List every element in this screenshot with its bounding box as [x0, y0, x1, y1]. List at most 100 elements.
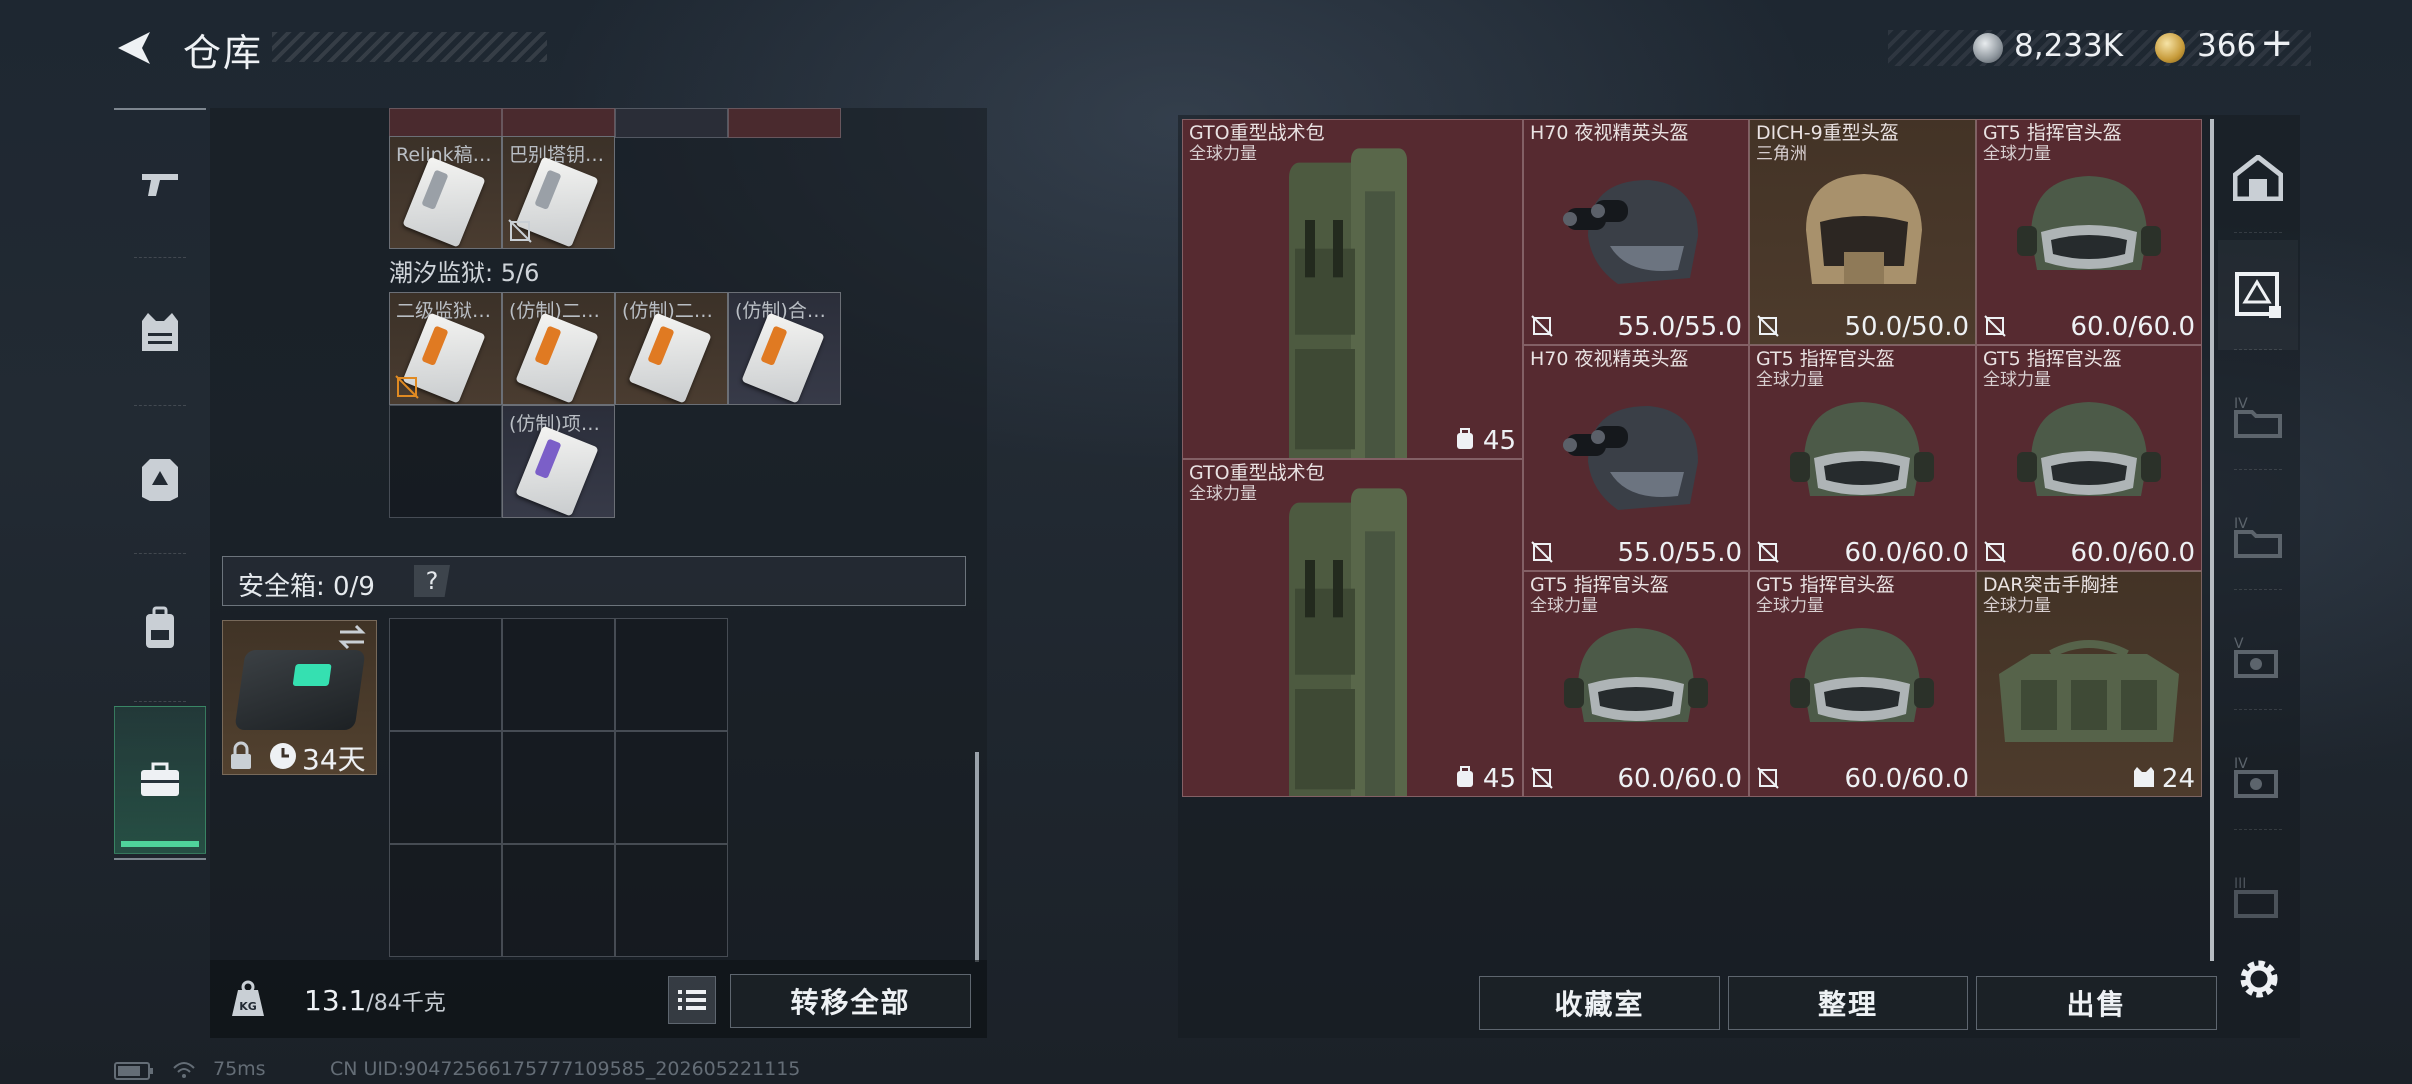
item-durability: 50.0/50.0 [1844, 312, 1969, 342]
key-card-item[interactable]: (仿制)项… [502, 405, 615, 518]
svg-text:KG: KG [239, 1000, 257, 1013]
stash-tab-iv[interactable]: IV [2218, 360, 2298, 470]
stash-item-helmet[interactable]: GT5 指挥官头盔 全球力量 60.0/60.0 [1976, 119, 2202, 345]
safe-box-image [234, 650, 366, 730]
key-card-item[interactable]: Relink稿… [389, 136, 502, 249]
clock-icon [270, 743, 296, 769]
gold-currency-amount: 366 [2197, 28, 2257, 64]
stash-item-helmet[interactable]: GT5 指挥官头盔 全球力量 60.0/60.0 [1523, 571, 1749, 797]
no-trade-icon [1531, 315, 1553, 337]
folder-iv-icon: IV [2234, 396, 2282, 438]
stash-tab-iv-3[interactable]: IV [2218, 720, 2298, 830]
item-name: DICH-9重型头盔 [1756, 122, 1899, 144]
gold-coin-icon [2155, 33, 2185, 63]
stash-tab-iv-2[interactable]: IV [2218, 480, 2298, 590]
swap-icon[interactable] [336, 622, 368, 652]
list-view-button[interactable] [668, 976, 716, 1024]
item-brand: 全球力量 [1530, 596, 1598, 616]
key-card-item[interactable]: (仿制)二… [615, 292, 728, 405]
sort-button[interactable]: 整理 [1728, 976, 1968, 1030]
item-brand: 三角洲 [1756, 144, 1807, 164]
gear-icon[interactable] [2236, 956, 2282, 1002]
stash-tab-v[interactable]: V [2218, 600, 2298, 710]
safe-slot[interactable] [389, 731, 502, 844]
folder-iv-icon: IV [2234, 756, 2278, 798]
gt5-helmet-image [1790, 402, 1934, 496]
stash-tab-main[interactable] [2218, 123, 2298, 233]
keycard-image [515, 425, 599, 517]
no-trade-icon [1984, 315, 2006, 337]
safe-slot[interactable] [389, 618, 502, 731]
grid-cell[interactable] [389, 108, 502, 138]
armor-plate-icon [142, 459, 178, 501]
ping-text: 75ms [213, 1058, 266, 1080]
item-name: H70 夜视精英头盔 [1530, 122, 1689, 144]
item-name: GT5 指挥官头盔 [1756, 574, 1895, 596]
no-trade-icon [1531, 541, 1553, 563]
grid-cell-empty[interactable] [389, 405, 502, 518]
back-arrow-icon[interactable] [112, 26, 156, 70]
safe-slot[interactable] [615, 618, 728, 731]
stash-item-vest[interactable]: DAR突击手胸挂 全球力量 24 [1976, 571, 2202, 797]
key-card-item[interactable]: 二级监狱… [389, 292, 502, 405]
folder-v-icon: V [2234, 636, 2278, 678]
vest-icon [142, 313, 178, 351]
stash-item-helmet[interactable]: H70 夜视精英头盔 55.0/55.0 [1523, 119, 1749, 345]
tab-armor[interactable] [114, 406, 206, 554]
collection-room-button[interactable]: 收藏室 [1479, 976, 1720, 1030]
safe-slot[interactable] [502, 844, 615, 957]
battery-icon [114, 1062, 153, 1080]
stash-item-helmet[interactable]: DICH-9重型头盔 三角洲 50.0/50.0 [1749, 119, 1976, 345]
stash-item-backpack[interactable]: GTO重型战术包 全球力量 45 [1182, 459, 1523, 797]
weight-unit: /84千克 [366, 991, 446, 1016]
help-icon[interactable]: ? [414, 565, 450, 597]
stash-item-helmet[interactable]: GT5 指挥官头盔 全球力量 60.0/60.0 [1749, 345, 1976, 571]
safe-slot[interactable] [615, 844, 728, 957]
transfer-all-button[interactable]: 转移全部 [730, 974, 971, 1028]
add-currency-button[interactable]: + [2260, 20, 2294, 66]
stash-tab-iii[interactable]: III [2218, 840, 2298, 950]
folder-iii-icon: III [2234, 876, 2278, 918]
tab-vests[interactable] [114, 258, 206, 406]
key-card-item[interactable]: 巴别塔钥… [502, 136, 615, 249]
stash-item-helmet[interactable]: GT5 指挥官头盔 全球力量 60.0/60.0 [1976, 345, 2202, 571]
briefcase-icon [141, 762, 179, 796]
silver-currency-amount: 8,233K [2014, 28, 2124, 64]
grid-cell[interactable] [502, 108, 615, 138]
grid-cell[interactable] [615, 108, 728, 138]
stash-tab-active[interactable] [2218, 240, 2298, 350]
safe-slot[interactable] [389, 844, 502, 957]
key-card-item[interactable]: (仿制)二… [502, 292, 615, 405]
item-durability: 60.0/60.0 [2070, 538, 2195, 568]
stash-item-backpack[interactable]: GTO重型战术包 全球力量 45 [1182, 119, 1523, 459]
grid-cell[interactable] [728, 108, 841, 138]
stash-item-helmet[interactable]: GT5 指挥官头盔 全球力量 60.0/60.0 [1749, 571, 1976, 797]
tab-weapons[interactable] [114, 110, 206, 258]
svg-text:III: III [2234, 876, 2246, 892]
safe-slot[interactable] [502, 618, 615, 731]
item-name: H70 夜视精英头盔 [1530, 348, 1689, 370]
item-durability: 60.0/60.0 [1844, 764, 1969, 794]
pistol-icon [142, 174, 178, 196]
stash-scrollbar[interactable] [2210, 119, 2214, 961]
sell-button[interactable]: 出售 [1976, 976, 2217, 1030]
backpack-image [1289, 148, 1407, 458]
svg-text:IV: IV [2234, 756, 2248, 772]
uid-text: CN UID:9047256617577710958​5_20260522111… [330, 1058, 801, 1080]
inventory-scrollbar[interactable] [975, 752, 979, 962]
item-brand: 全球力量 [1983, 370, 2051, 390]
no-trade-icon [1757, 541, 1779, 563]
keycard-image [402, 156, 486, 248]
safe-slot[interactable] [502, 731, 615, 844]
tab-containers[interactable] [114, 706, 206, 854]
stash-item-helmet[interactable]: H70 夜视精英头盔 55.0/55.0 [1523, 345, 1749, 571]
safe-slot[interactable] [615, 731, 728, 844]
key-card-item[interactable]: (仿制)合… [728, 292, 841, 405]
keycard-image [515, 312, 599, 404]
category-tabs [114, 108, 206, 860]
backpack-image [1289, 488, 1407, 796]
capacity-icon [1457, 428, 1473, 449]
weight-icon: KG [232, 980, 264, 1016]
tab-backpacks[interactable] [114, 554, 206, 702]
title-decoration [272, 32, 547, 62]
